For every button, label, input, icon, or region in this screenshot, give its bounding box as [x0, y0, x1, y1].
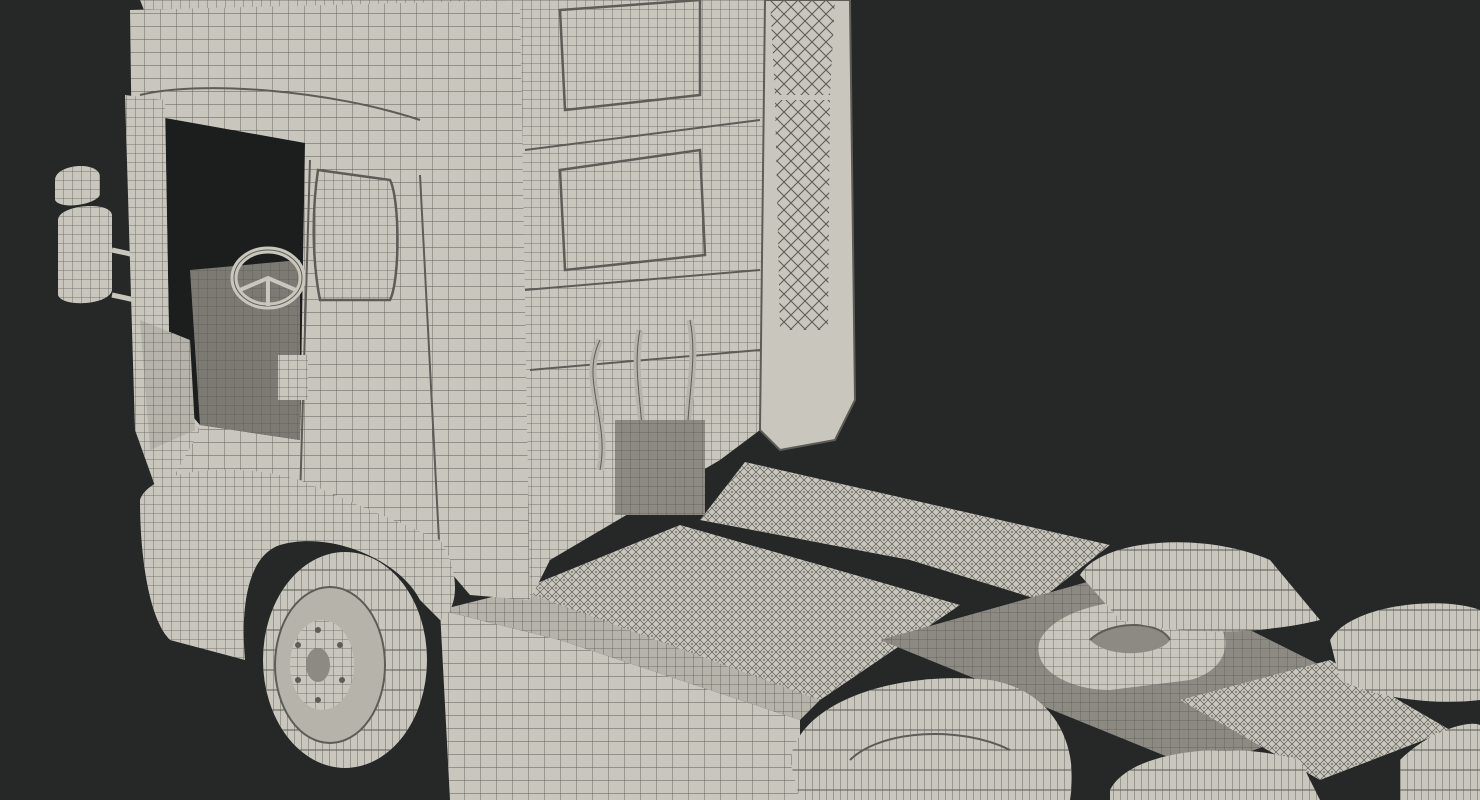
side-mirror-small: [55, 165, 100, 206]
rear-tire-lower-left: [790, 678, 1072, 800]
side-air-deflector: [758, 0, 857, 452]
side-mirror-main: [58, 205, 136, 304]
driver-seat: [278, 355, 308, 400]
wireframe-render: [55, 0, 1480, 800]
front-wheel-hub: [290, 620, 354, 710]
cab-side-window: [312, 168, 399, 302]
